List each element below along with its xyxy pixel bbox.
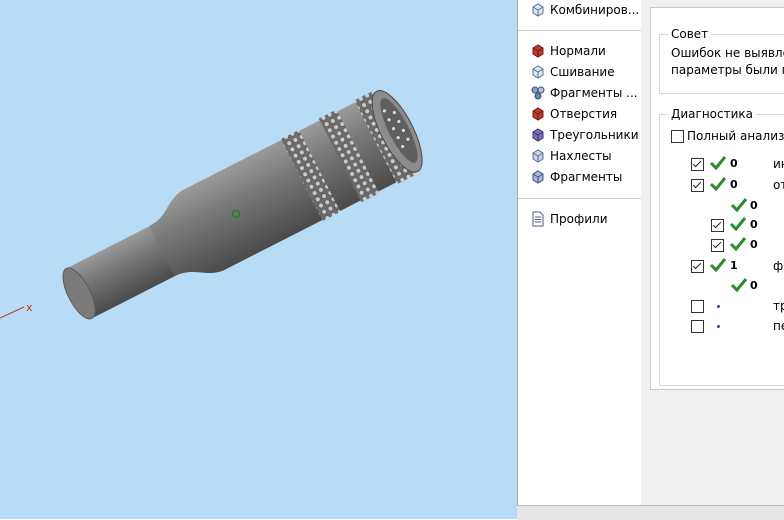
combined-icon xyxy=(532,3,544,17)
x-axis-label: x xyxy=(26,301,33,314)
fragments-settings-icon xyxy=(531,86,545,100)
list-item-profiles[interactable]: Профили xyxy=(530,209,608,229)
list-item-fragments[interactable]: Фрагменты xyxy=(530,167,622,187)
horizontal-scrollbar[interactable] xyxy=(517,505,784,520)
advice-group: Совет Ошибок не выявлено параметры были … xyxy=(659,27,784,94)
diagnostic-value: 0 xyxy=(730,178,738,191)
diagnostic-label: ин xyxy=(773,157,784,171)
diagnostic-label: пе xyxy=(773,319,784,333)
3d-viewport[interactable]: x xyxy=(0,0,517,519)
diagnostic-value: 0 xyxy=(750,218,758,231)
list-item-label: Комбиниров... xyxy=(550,3,640,17)
list-item-normals[interactable]: Нормали xyxy=(530,41,606,61)
diagnostic-value: 0 xyxy=(730,157,738,170)
list-item-fragments-settings[interactable]: Фрагменты ... xyxy=(530,83,638,103)
diagnostic-checkbox[interactable] xyxy=(711,219,724,232)
list-item-label: Профили xyxy=(550,212,608,226)
list-item-overlaps[interactable]: Нахлесты xyxy=(530,146,612,166)
holes-icon xyxy=(532,107,544,121)
overlaps-icon xyxy=(532,149,544,163)
diagnostic-checkbox[interactable] xyxy=(691,320,704,333)
list-item-label: Фрагменты xyxy=(550,170,623,184)
analysis-list-panel: Комбиниров... Нормали Сшивание Фрагменты… xyxy=(517,0,643,506)
check-icon xyxy=(709,156,727,171)
check-icon xyxy=(729,237,747,252)
bullet-icon xyxy=(717,325,720,328)
diagnostic-label: ф xyxy=(773,259,784,273)
list-item-combined[interactable]: Комбиниров... xyxy=(530,0,639,20)
check-icon xyxy=(730,278,748,293)
advice-title: Совет xyxy=(668,27,712,41)
diagnostic-checkbox[interactable] xyxy=(691,179,704,192)
list-item-label: Треугольники xyxy=(550,128,639,142)
normals-icon xyxy=(532,44,544,58)
check-icon xyxy=(709,258,727,273)
list-item-label: Нахлесты xyxy=(550,149,612,163)
diagnostic-checkbox[interactable] xyxy=(691,158,704,171)
check-icon xyxy=(730,198,748,213)
diagnostic-checkbox[interactable] xyxy=(691,300,704,313)
full-analysis-label: Полный анализ xyxy=(687,129,784,143)
properties-panel: Совет Ошибок не выявлено параметры были … xyxy=(650,7,784,390)
check-icon xyxy=(709,177,727,192)
stitching-icon xyxy=(532,65,544,79)
triangles-icon xyxy=(532,128,544,142)
list-item-stitching[interactable]: Сшивание xyxy=(530,62,615,82)
diagnostics-group: Диагностика Полный анализ 0 ин 0 от 0 0 … xyxy=(659,107,784,386)
diagnostic-value: 0 xyxy=(750,279,758,292)
fragments-icon xyxy=(532,170,544,184)
list-item-label: Сшивание xyxy=(550,65,615,79)
bullet-icon xyxy=(717,305,720,308)
full-analysis-checkbox[interactable] xyxy=(671,130,684,143)
diagnostic-label: тр xyxy=(773,299,784,313)
diagnostic-checkbox[interactable] xyxy=(691,260,704,273)
list-item-label: Отверстия xyxy=(550,107,618,121)
advice-text-line1: Ошибок не выявлено xyxy=(671,46,784,60)
list-item-triangles[interactable]: Треугольники xyxy=(530,125,639,145)
diagnostic-value: 0 xyxy=(750,199,758,212)
diagnostic-value: 0 xyxy=(750,238,758,251)
diagnostic-label: от xyxy=(773,178,784,192)
diagnostic-value: 1 xyxy=(730,259,738,272)
check-icon xyxy=(729,217,747,232)
diagnostics-title: Диагностика xyxy=(668,107,757,121)
document-icon xyxy=(532,211,544,227)
list-item-label: Фрагменты ... xyxy=(550,86,638,100)
diagnostic-checkbox[interactable] xyxy=(711,239,724,252)
list-item-holes[interactable]: Отверстия xyxy=(530,104,617,124)
list-item-label: Нормали xyxy=(550,44,606,58)
3d-model xyxy=(0,90,423,320)
advice-text-line2: параметры были про xyxy=(671,63,784,77)
